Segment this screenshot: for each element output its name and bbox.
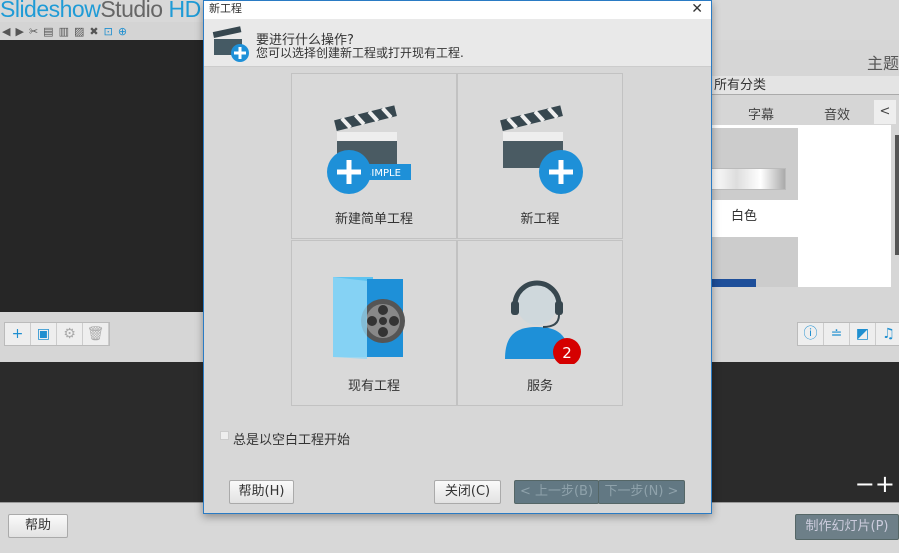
back-button[interactable]: < 上一步(B) bbox=[514, 480, 599, 504]
option-new-simple-project[interactable]: SIMPLE 新建简单工程 bbox=[291, 73, 457, 239]
preview-area bbox=[0, 40, 203, 312]
dialog-help-button[interactable]: 帮助(H) bbox=[229, 480, 294, 504]
category-dropdown[interactable]: 所有分类 bbox=[711, 76, 899, 95]
make-slideshow-button[interactable]: 制作幻灯片(P) bbox=[795, 514, 899, 540]
zoom-controls-icon[interactable]: −+ bbox=[855, 470, 895, 498]
next-button[interactable]: 下一步(N) > bbox=[598, 480, 685, 504]
theme-thumbnail[interactable] bbox=[711, 128, 798, 200]
add-media-icon[interactable]: ▣ bbox=[31, 323, 57, 345]
dialog-header: 要进行什么操作? 您可以选择创建新工程或打开现有工程. bbox=[204, 19, 711, 67]
option-label: 服务 bbox=[526, 379, 553, 394]
align-icon[interactable]: ≐ bbox=[824, 323, 850, 345]
music-icon[interactable]: ♫ bbox=[876, 323, 899, 345]
main-toolbar: ◀ ▶ ✂ ▤ ▥ ▨ ✖ ⊡ ⊕ bbox=[0, 22, 203, 40]
dialog-subheading: 您可以选择创建新工程或打开现有工程. bbox=[256, 46, 464, 60]
dialog-titlebar: 新工程 ✕ bbox=[204, 1, 711, 19]
transition-icon[interactable]: ◩ bbox=[850, 323, 876, 345]
zoom-fit-icon[interactable]: ⊡ bbox=[104, 25, 113, 38]
notification-badge: 2 bbox=[562, 344, 572, 362]
tab-sound[interactable]: 音效 bbox=[824, 104, 850, 123]
copy-icon[interactable]: ▤ bbox=[43, 25, 53, 38]
option-existing-project[interactable]: 现有工程 bbox=[291, 240, 457, 406]
close-icon[interactable]: ✕ bbox=[691, 1, 703, 17]
theme-label: 白色 bbox=[731, 209, 758, 224]
zoom-in-icon[interactable]: ⊕ bbox=[118, 25, 127, 38]
new-project-icon bbox=[212, 26, 249, 62]
crop-icon[interactable]: ▨ bbox=[74, 25, 84, 38]
add-icon[interactable]: + bbox=[5, 323, 31, 345]
theme-list: 白色 bbox=[711, 125, 899, 287]
settings-icon[interactable]: ⚙ bbox=[57, 323, 83, 345]
theme-heading: 主题 bbox=[866, 54, 899, 73]
scrollbar[interactable] bbox=[895, 135, 899, 255]
checkbox-label: 总是以空白工程开始 bbox=[233, 433, 351, 448]
app-help-button[interactable]: 帮助 bbox=[8, 514, 68, 538]
tab-prev-button[interactable]: < bbox=[874, 100, 896, 124]
open-film-folder-icon bbox=[333, 277, 405, 359]
app-title: SlideshowStudio HD bbox=[0, 0, 201, 22]
redo-icon[interactable]: ▶ bbox=[15, 25, 23, 38]
blank-project-checkbox[interactable] bbox=[220, 431, 229, 440]
dialog-close-button[interactable]: 关闭(C) bbox=[434, 480, 501, 504]
paste-icon[interactable]: ▥ bbox=[59, 25, 69, 38]
clapperboard-simple-icon: SIMPLE bbox=[327, 105, 411, 194]
undo-icon[interactable]: ◀ bbox=[2, 25, 10, 38]
option-label: 新建简单工程 bbox=[334, 212, 413, 227]
tab-subtitles[interactable]: 字幕 bbox=[748, 104, 774, 123]
option-label: 现有工程 bbox=[347, 379, 400, 394]
option-new-project[interactable]: 新工程 bbox=[457, 73, 623, 239]
info-icon[interactable]: ⓘ bbox=[798, 323, 824, 345]
support-agent-icon: 2 bbox=[505, 280, 581, 364]
panel-tabs: 字幕 音效 < bbox=[711, 100, 899, 124]
option-label: 新工程 bbox=[520, 212, 560, 227]
theme-thumbnail[interactable] bbox=[711, 237, 798, 287]
new-project-dialog: 新工程 ✕ 要进行什么操作? 您可以选择创建新工程或打开现有工程. SIMPLE … bbox=[203, 0, 712, 514]
delete-icon[interactable]: ✖ bbox=[89, 25, 98, 38]
option-service[interactable]: 2 服务 bbox=[457, 240, 623, 406]
clapperboard-icon bbox=[500, 105, 583, 194]
cut-icon[interactable]: ✂ bbox=[29, 25, 38, 38]
trash-icon[interactable]: 🗑 bbox=[83, 323, 109, 345]
dialog-title: 新工程 bbox=[209, 2, 242, 15]
